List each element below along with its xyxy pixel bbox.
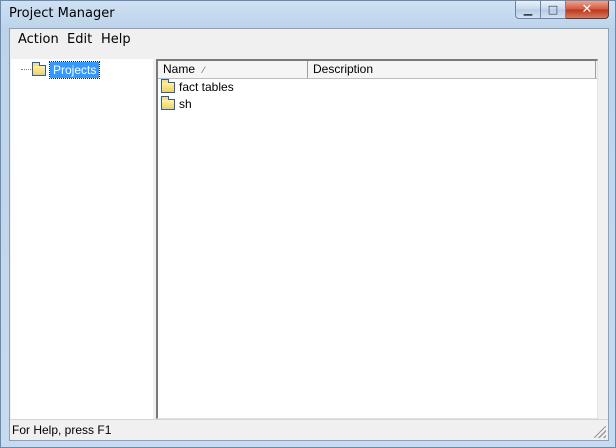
list-header: Name ⁄ Description xyxy=(158,61,597,79)
sort-ascending-icon: ⁄ xyxy=(203,65,205,75)
minimize-icon: ▁ xyxy=(523,3,533,16)
menu-edit[interactable]: Edit xyxy=(61,31,98,48)
column-header-description[interactable]: Description xyxy=(308,61,596,78)
status-bar: For Help, press F1 xyxy=(10,419,608,440)
minimize-button[interactable]: ▁ xyxy=(515,1,541,19)
caption-buttons: ▁ □ ✕ xyxy=(515,1,609,20)
close-icon: ✕ xyxy=(581,2,593,17)
column-header-description-label: Description xyxy=(313,62,374,76)
column-header-name[interactable]: Name ⁄ xyxy=(158,61,308,78)
project-manager-window: Project Manager ▁ □ ✕ Action Edit Help P… xyxy=(0,0,616,448)
resize-grip-icon[interactable] xyxy=(594,426,606,438)
column-header-name-label: Name xyxy=(163,62,196,76)
menu-bar: Action Edit Help xyxy=(10,29,608,49)
folder-icon xyxy=(32,61,46,76)
title-bar[interactable]: Project Manager ▁ □ ✕ xyxy=(1,1,615,27)
status-text: For Help, press F1 xyxy=(12,423,112,437)
tree-node-projects[interactable]: Projects xyxy=(32,61,101,79)
maximize-button[interactable]: □ xyxy=(541,1,566,19)
tree-node-label: Projects xyxy=(48,61,101,79)
client-area: Action Edit Help Projects Name ⁄ Descript… xyxy=(9,28,609,441)
list-item[interactable]: fact tables xyxy=(161,78,234,95)
close-button[interactable]: ✕ xyxy=(566,1,609,19)
tree-pane[interactable]: Projects xyxy=(11,59,154,419)
maximize-icon: □ xyxy=(547,3,559,16)
folder-icon xyxy=(161,78,175,93)
tree-connector xyxy=(21,69,31,70)
list-item-name: fact tables xyxy=(179,80,234,94)
list-item-name: sh xyxy=(179,97,192,111)
list-item[interactable]: sh xyxy=(161,95,192,112)
list-pane[interactable]: Name ⁄ Description fact tables sh xyxy=(156,59,598,419)
folder-icon xyxy=(161,95,175,110)
menu-action[interactable]: Action xyxy=(12,31,65,48)
window-title: Project Manager xyxy=(9,6,115,21)
menu-help[interactable]: Help xyxy=(95,31,137,48)
